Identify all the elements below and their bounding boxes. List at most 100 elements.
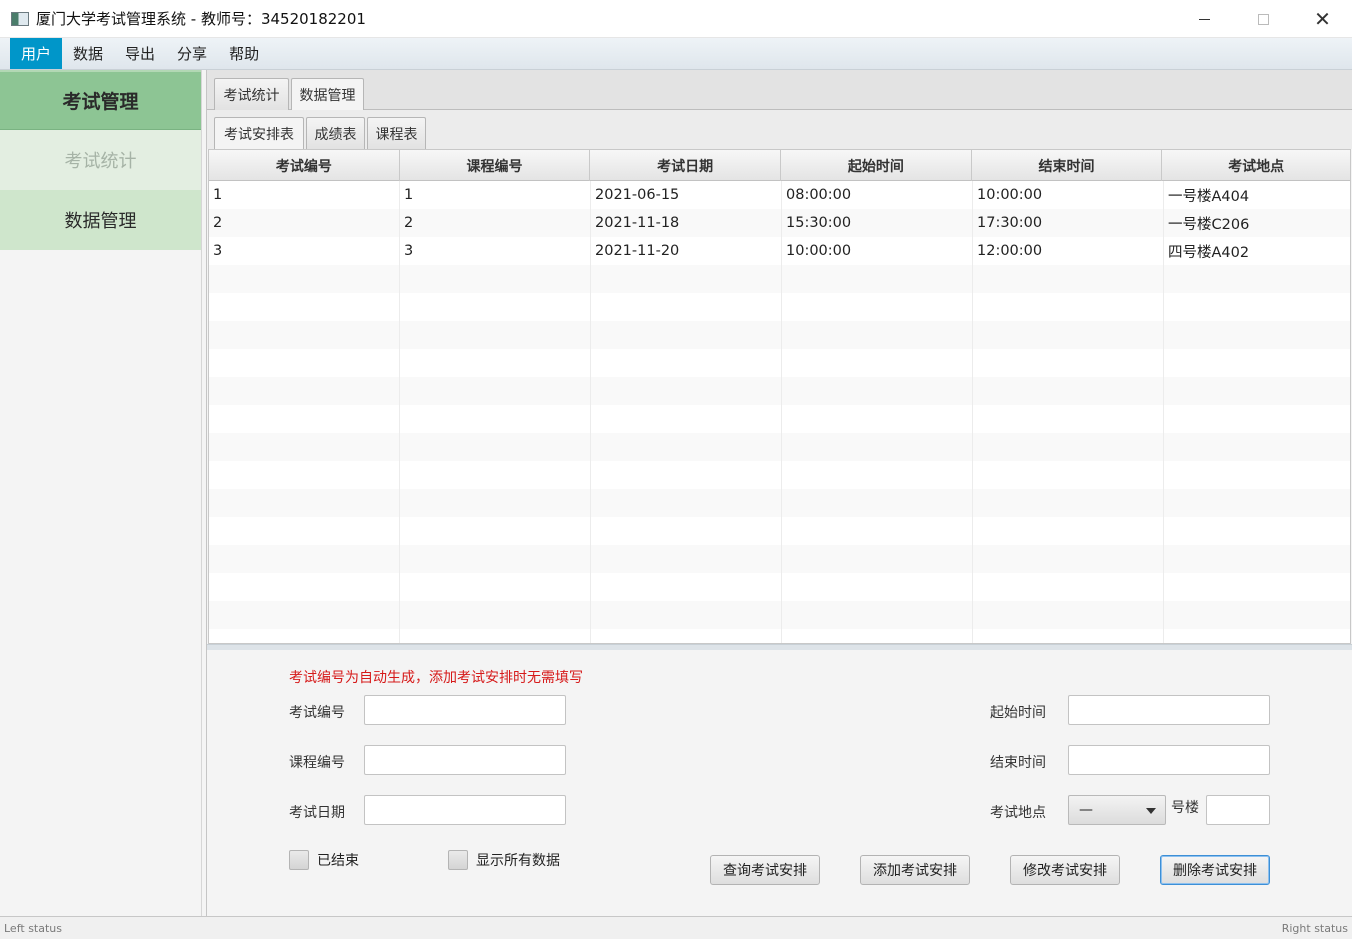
cell-end-time: 12:00:00: [973, 237, 1164, 265]
empty-table-row: [209, 265, 1350, 293]
show-all-label: 显示所有数据: [476, 853, 560, 869]
empty-cell: [400, 461, 591, 489]
finished-checkbox[interactable]: [289, 850, 309, 870]
minimize-button[interactable]: [1175, 0, 1234, 38]
course-id-label: 课程编号: [289, 755, 345, 771]
empty-cell: [400, 433, 591, 461]
show-all-checkbox-group[interactable]: 显示所有数据: [448, 850, 560, 870]
empty-table-row: [209, 545, 1350, 573]
empty-cell: [591, 433, 782, 461]
empty-cell: [973, 377, 1164, 405]
empty-cell: [973, 545, 1164, 573]
column-header-exam-id[interactable]: 考试编号: [209, 150, 400, 181]
empty-cell: [1164, 349, 1350, 377]
empty-cell: [209, 377, 400, 405]
empty-cell: [973, 293, 1164, 321]
column-header-start-time[interactable]: 起始时间: [781, 150, 972, 181]
empty-cell: [782, 461, 973, 489]
empty-cell: [973, 265, 1164, 293]
empty-cell: [591, 573, 782, 601]
show-all-checkbox[interactable]: [448, 850, 468, 870]
table-row[interactable]: 2 2 2021-11-18 15:30:00 17:30:00 一号楼C206: [209, 209, 1350, 237]
start-time-input[interactable]: [1068, 695, 1270, 725]
empty-cell: [591, 517, 782, 545]
empty-cell: [1164, 517, 1350, 545]
window-title: 厦门大学考试管理系统 - 教师号：34520182201: [36, 10, 366, 28]
empty-cell: [591, 377, 782, 405]
empty-cell: [973, 433, 1164, 461]
table-row[interactable]: 3 3 2021-11-20 10:00:00 12:00:00 四号楼A402: [209, 237, 1350, 265]
empty-cell: [1164, 405, 1350, 433]
exam-schedule-table[interactable]: 考试编号 课程编号 考试日期 起始时间 结束时间 考试地点 1 1 2021-0…: [208, 149, 1351, 644]
title-bar: 厦门大学考试管理系统 - 教师号：34520182201 ✕: [0, 0, 1352, 38]
empty-cell: [973, 573, 1164, 601]
empty-cell: [591, 601, 782, 629]
empty-cell: [1164, 321, 1350, 349]
delete-exam-button[interactable]: 删除考试安排: [1160, 855, 1270, 885]
empty-cell: [209, 489, 400, 517]
column-header-end-time[interactable]: 结束时间: [972, 150, 1163, 181]
cell-location: 一号楼C206: [1168, 216, 1250, 233]
maximize-icon: [1258, 13, 1269, 25]
tab-grades[interactable]: 成绩表: [306, 117, 365, 149]
menu-data[interactable]: 数据: [62, 38, 114, 69]
empty-table-row: [209, 405, 1350, 433]
empty-cell: [400, 265, 591, 293]
room-input[interactable]: [1206, 795, 1270, 825]
empty-table-row: [209, 461, 1350, 489]
empty-cell: [1164, 433, 1350, 461]
empty-cell: [973, 461, 1164, 489]
empty-cell: [782, 573, 973, 601]
empty-table-row: [209, 629, 1350, 643]
tab-exam-stats[interactable]: 考试统计: [214, 78, 289, 110]
cell-course-id: 3: [400, 237, 591, 265]
location-label: 考试地点: [990, 805, 1046, 821]
query-exam-button[interactable]: 查询考试安排: [710, 855, 820, 885]
app-icon: [11, 11, 29, 26]
cell-start-time: 08:00:00: [782, 181, 973, 209]
sidebar-item-exam-stats[interactable]: 考试统计: [0, 130, 201, 190]
empty-cell: [1164, 573, 1350, 601]
left-status: Left status: [4, 921, 62, 935]
empty-cell: [1164, 489, 1350, 517]
empty-cell: [782, 433, 973, 461]
close-icon: ✕: [1314, 7, 1331, 31]
menu-share[interactable]: 分享: [166, 38, 218, 69]
modify-exam-button[interactable]: 修改考试安排: [1010, 855, 1120, 885]
end-time-input[interactable]: [1068, 745, 1270, 775]
exam-id-input[interactable]: [364, 695, 566, 725]
empty-cell: [782, 349, 973, 377]
empty-table-row: [209, 349, 1350, 377]
menu-help[interactable]: 帮助: [218, 38, 270, 69]
column-header-location[interactable]: 考试地点: [1162, 150, 1350, 181]
menu-export[interactable]: 导出: [114, 38, 166, 69]
exam-form: 考试编号为自动生成，添加考试安排时无需填写 考试编号 课程编号 考试日期 起始时…: [207, 650, 1352, 916]
table-row[interactable]: 1 1 2021-06-15 08:00:00 10:00:00 一号楼A404: [209, 181, 1350, 209]
maximize-button[interactable]: [1234, 0, 1293, 38]
cell-location: 一号楼A404: [1168, 188, 1250, 205]
empty-cell: [209, 629, 400, 643]
cell-exam-date: 2021-11-20: [591, 237, 782, 265]
exam-date-input[interactable]: [364, 795, 566, 825]
column-header-course-id[interactable]: 课程编号: [400, 150, 591, 181]
empty-cell: [973, 321, 1164, 349]
menu-user[interactable]: 用户: [10, 38, 63, 69]
building-suffix-label: 号楼: [1171, 800, 1199, 816]
cell-start-time: 10:00:00: [782, 237, 973, 265]
course-id-input[interactable]: [364, 745, 566, 775]
tab-exam-schedule[interactable]: 考试安排表: [214, 117, 304, 149]
sidebar-item-data-management[interactable]: 数据管理: [0, 190, 201, 250]
column-header-exam-date[interactable]: 考试日期: [590, 150, 782, 181]
empty-cell: [209, 461, 400, 489]
end-time-label: 结束时间: [990, 755, 1046, 771]
empty-cell: [591, 545, 782, 573]
finished-checkbox-group[interactable]: 已结束: [289, 850, 359, 870]
add-exam-button[interactable]: 添加考试安排: [860, 855, 970, 885]
tab-courses[interactable]: 课程表: [367, 117, 426, 149]
close-button[interactable]: ✕: [1293, 0, 1352, 38]
building-select[interactable]: —: [1068, 795, 1166, 825]
tab-data-management[interactable]: 数据管理: [291, 78, 364, 110]
empty-table-row: [209, 377, 1350, 405]
empty-cell: [973, 601, 1164, 629]
empty-cell: [591, 293, 782, 321]
